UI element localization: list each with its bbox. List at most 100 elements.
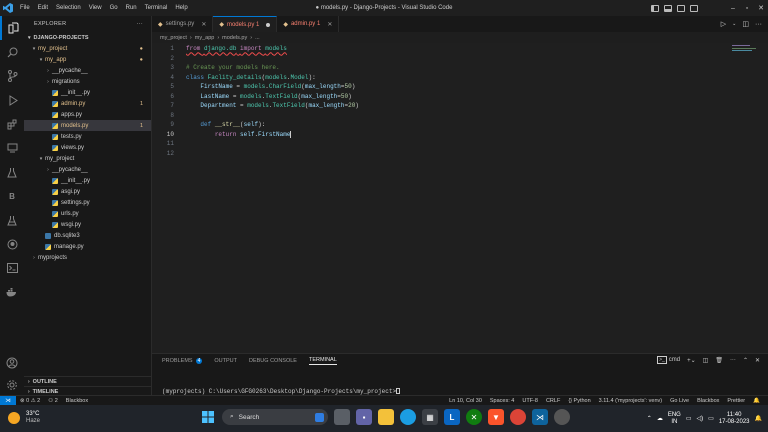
tree-item[interactable]: › __pycache__ <box>24 65 151 76</box>
tab-settings-py[interactable]: ◆ settings.py ✕ <box>152 16 214 32</box>
blackbox-status[interactable]: Blackbox <box>62 398 92 404</box>
docker-icon[interactable] <box>0 280 24 304</box>
notifications-bell-icon[interactable]: 🔔 <box>749 398 764 404</box>
volume-icon[interactable]: ◁) <box>697 415 704 422</box>
tree-item[interactable]: __init__.py <box>24 87 151 98</box>
menu-item-edit[interactable]: Edit <box>34 5 52 11</box>
flask-icon[interactable] <box>0 208 24 232</box>
tree-item[interactable]: asgi.py <box>24 186 151 197</box>
tree-item[interactable]: settings.py <box>24 197 151 208</box>
close-tab-icon[interactable]: ✕ <box>201 21 206 28</box>
source-control-icon[interactable] <box>0 64 24 88</box>
code-line[interactable]: 8 <box>152 111 768 121</box>
weather-widget[interactable]: 33°C Haze <box>26 411 40 425</box>
remote-indicator-icon[interactable]: ⋊ <box>0 395 16 406</box>
code-line[interactable]: 4 class Faclity_details(models.Model): <box>152 73 768 83</box>
terminal-shell-selector[interactable]: >_ cmd <box>657 356 680 364</box>
tree-item[interactable]: manage.py <box>24 241 151 252</box>
search-icon[interactable] <box>0 40 24 64</box>
tree-item[interactable]: › __pycache__ <box>24 164 151 175</box>
language-mode[interactable]: {} Python <box>564 398 594 404</box>
maximize-icon[interactable]: ▫ <box>740 5 754 12</box>
store-icon[interactable]: ▦ <box>422 409 438 425</box>
app-icon[interactable] <box>554 409 570 425</box>
more-actions-icon[interactable]: ··· <box>730 357 736 364</box>
menu-item-run[interactable]: Run <box>122 5 141 11</box>
clock[interactable]: 11:40 17-08-2023 <box>719 412 750 426</box>
blackbox-icon[interactable]: B <box>0 184 24 208</box>
close-icon[interactable]: ✕ <box>754 4 768 12</box>
extensions-icon[interactable] <box>0 112 24 136</box>
tree-item[interactable]: views.py <box>24 142 151 153</box>
code-editor[interactable]: 1 from django.db import models 2 3 # Create … <box>152 43 768 353</box>
menu-item-selection[interactable]: Selection <box>52 5 85 11</box>
breadcrumb-item[interactable]: ... <box>255 35 260 41</box>
indentation[interactable]: Spaces: 4 <box>486 398 518 404</box>
breadcrumb-item[interactable]: my_app <box>195 35 215 41</box>
language-indicator[interactable]: ENG IN <box>668 412 681 426</box>
code-line[interactable]: 1 from django.db import models <box>152 44 768 54</box>
code-line[interactable]: 10 return self.FirstName <box>152 130 768 140</box>
toggle-primary-sidebar-icon[interactable] <box>651 4 659 12</box>
vscode-taskbar-icon[interactable]: ⋊ <box>532 409 548 425</box>
code-line[interactable]: 6 LastName = models.TextField(max_length… <box>152 92 768 102</box>
breadcrumb-item[interactable]: models.py <box>222 35 247 41</box>
prettier-status[interactable]: Prettier <box>723 398 749 404</box>
linkedin-icon[interactable]: L <box>444 409 460 425</box>
taskbar-search-input[interactable]: ⌕ Search <box>222 409 328 425</box>
problems-status[interactable]: ⊗ 0 ⚠ 2 <box>16 398 44 404</box>
notification-bell-icon[interactable]: 🔔 <box>755 415 762 422</box>
code-line[interactable]: 3 # Create your models here. <box>152 63 768 73</box>
menu-item-file[interactable]: File <box>16 5 34 11</box>
tree-item[interactable]: urls.py <box>24 208 151 219</box>
split-editor-icon[interactable]: ◫ <box>742 20 749 28</box>
toggle-secondary-sidebar-icon[interactable] <box>677 4 685 12</box>
tab-debug-console[interactable]: DEBUG CONSOLE <box>249 358 297 364</box>
tab-models-py[interactable]: ◆ models.py 1 <box>213 16 278 32</box>
tree-item[interactable]: db.sqlite3 <box>24 230 151 241</box>
menu-item-terminal[interactable]: Terminal <box>141 5 172 11</box>
task-view-icon[interactable] <box>334 409 350 425</box>
close-panel-icon[interactable]: ✕ <box>755 357 760 364</box>
tree-item[interactable]: admin.py 1 <box>24 98 151 109</box>
tree-item[interactable]: models.py 1 <box>24 120 151 131</box>
line-ending[interactable]: CRLF <box>542 398 564 404</box>
windows-start-icon[interactable] <box>200 409 216 425</box>
new-terminal-icon[interactable]: +⌄ <box>687 357 696 364</box>
kill-terminal-icon[interactable]: 🗑 <box>715 357 723 364</box>
code-line[interactable]: 9 def __str__(self): <box>152 120 768 130</box>
more-actions-icon[interactable]: ··· <box>755 21 762 28</box>
run-python-file-icon[interactable]: ▷ <box>721 20 726 28</box>
minimap[interactable] <box>728 43 768 63</box>
tree-item[interactable]: ▾ my_project <box>24 153 151 164</box>
more-actions-icon[interactable]: ··· <box>137 21 143 27</box>
tree-item[interactable]: › migrations <box>24 76 151 87</box>
tree-item[interactable]: wsgi.py <box>24 219 151 230</box>
customize-layout-icon[interactable] <box>690 4 698 12</box>
battery-icon[interactable]: ▭ <box>708 415 714 422</box>
onedrive-icon[interactable]: ☁ <box>657 415 663 422</box>
close-tab-icon[interactable]: ✕ <box>327 21 332 28</box>
tree-item[interactable]: tests.py <box>24 131 151 142</box>
weather-icon[interactable] <box>8 412 20 424</box>
menu-item-help[interactable]: Help <box>171 5 191 11</box>
code-line[interactable]: 11 <box>152 139 768 149</box>
maximize-panel-icon[interactable]: ⌃ <box>743 357 748 364</box>
ports-status[interactable]: ⚇ 2 <box>44 398 62 404</box>
python-interpreter[interactable]: 3.11.4 ('myprojects': venv) <box>595 398 666 404</box>
code-line[interactable]: 5 FirstName = models.CharField(max_lengt… <box>152 82 768 92</box>
tab-admin-py[interactable]: ◆ admin.py 1 ✕ <box>277 16 340 32</box>
show-hidden-icons-icon[interactable]: ⌃ <box>647 415 652 422</box>
menu-item-view[interactable]: View <box>85 5 106 11</box>
tab-terminal[interactable]: TERMINAL <box>308 357 337 365</box>
xbox-icon[interactable]: ✕ <box>466 409 482 425</box>
go-live-button[interactable]: Go Live <box>666 398 693 404</box>
terminal-output[interactable]: (myprojects) C:\Users\GFG0263\Desktop\Dj… <box>162 388 401 395</box>
display-icon[interactable]: ▭ <box>686 415 692 422</box>
code-line[interactable]: 7 Department = models.TextField(max_leng… <box>152 101 768 111</box>
cursor-position[interactable]: Ln 10, Col 30 <box>445 398 486 404</box>
tree-item[interactable]: ▾ my_app ● <box>24 54 151 65</box>
teams-chat-icon[interactable]: ▪ <box>356 409 372 425</box>
code-line[interactable]: 2 <box>152 54 768 64</box>
breadcrumb-item[interactable]: my_project <box>160 35 187 41</box>
